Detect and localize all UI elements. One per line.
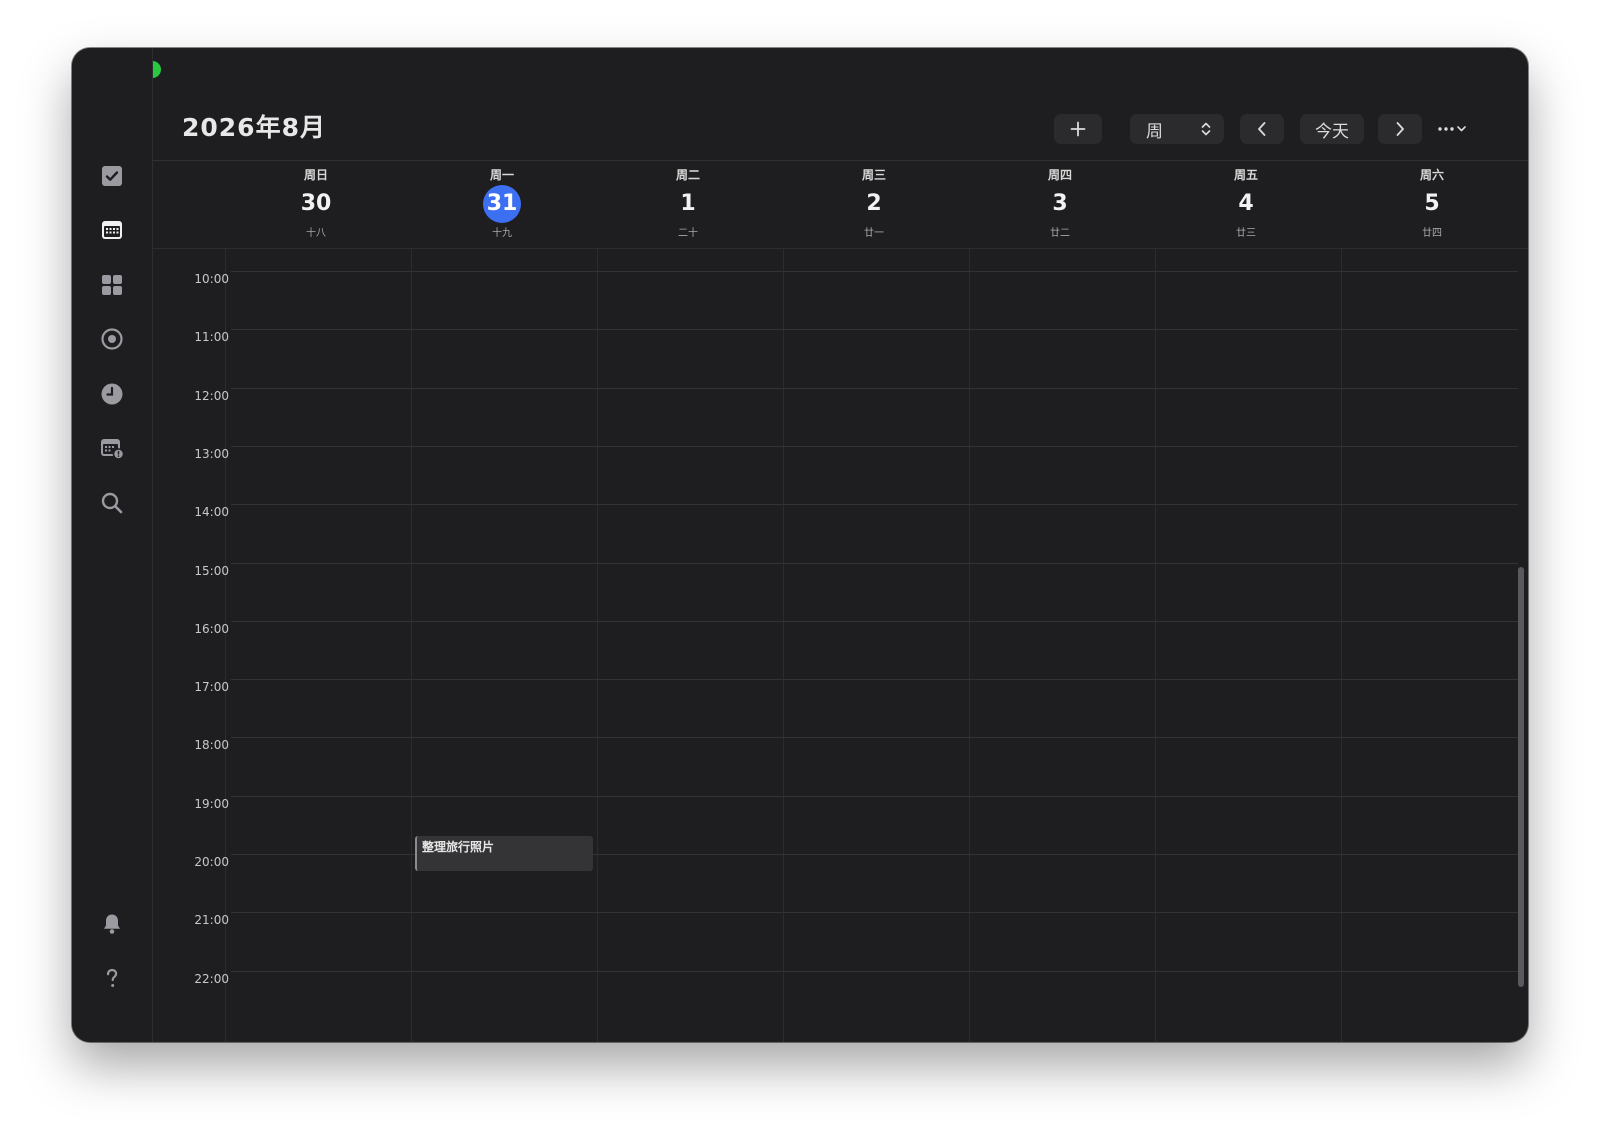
hour-label: 18:00	[194, 738, 229, 753]
week-time-grid[interactable]: 10:00 11:00 12:00 13:00 14:00 15:00 16:00 17:00…	[153, 249, 1528, 1042]
calendar-icon	[102, 221, 122, 239]
calendar-alert-icon	[101, 439, 124, 460]
next-week-button[interactable]	[1378, 114, 1422, 144]
previous-week-button[interactable]	[1240, 114, 1284, 144]
day-of-week: 周一	[489, 168, 514, 182]
hour-gridline	[231, 737, 1518, 739]
day-header[interactable]: 周一 31 十九	[409, 166, 595, 242]
day-number: 4	[1238, 191, 1254, 216]
sidebar-item-habit[interactable]	[100, 327, 124, 351]
day-header[interactable]: 周二 1 二十	[595, 166, 781, 242]
hour-label: 12:00	[194, 388, 229, 403]
vertical-scrollbar[interactable]	[1518, 567, 1524, 987]
hour-label: 11:00	[194, 330, 229, 345]
day-of-week: 周日	[303, 168, 328, 182]
more-options-button[interactable]	[1434, 114, 1474, 144]
sidebar-item-help[interactable]	[100, 966, 124, 990]
ellipsis-icon	[1438, 126, 1466, 132]
search-icon	[101, 492, 123, 514]
day-number: 3	[1052, 191, 1068, 216]
day-header[interactable]: 周五 4 廿三	[1153, 166, 1339, 242]
day-header[interactable]: 周六 5 廿四	[1339, 166, 1525, 242]
day-column-divider	[597, 249, 598, 1042]
lunar-date: 十八	[306, 228, 326, 239]
day-column-divider	[411, 249, 412, 1042]
sidebar-item-calendar[interactable]	[100, 218, 124, 242]
page-title: 2026年8月	[182, 113, 326, 142]
checkbox-icon	[102, 166, 122, 186]
add-event-button[interactable]	[1054, 114, 1102, 144]
day-header[interactable]: 周三 2 廿一	[781, 166, 967, 242]
grid-icon	[102, 275, 122, 295]
day-column-divider	[783, 249, 784, 1042]
sidebar-item-matrix[interactable]	[100, 273, 124, 297]
plus-icon	[1070, 121, 1086, 137]
day-number-today: 31	[483, 185, 521, 223]
hour-gridline	[231, 970, 1518, 972]
hour-gridline	[231, 912, 1518, 914]
day-number: 2	[866, 191, 882, 216]
day-column-divider	[969, 249, 970, 1042]
day-number: 30	[300, 191, 332, 216]
day-of-week: 周五	[1233, 168, 1258, 182]
app-window: 2026年8月 周 今天 周日 30 十八 周一 31 十九 周二 1 二十 周…	[72, 48, 1528, 1042]
lunar-date: 十九	[492, 228, 512, 239]
lunar-date: 廿四	[1422, 228, 1442, 239]
question-icon	[106, 968, 118, 987]
sidebar-item-schedule[interactable]	[100, 436, 124, 460]
hour-gridline	[231, 795, 1518, 797]
hour-gridline	[231, 679, 1518, 681]
hour-label: 16:00	[194, 621, 229, 636]
hour-gridline	[231, 504, 1518, 506]
bell-icon	[104, 914, 120, 934]
day-column-divider	[1155, 249, 1156, 1042]
hour-gridline	[231, 620, 1518, 622]
day-of-week: 周二	[675, 168, 700, 182]
day-number: 1	[680, 191, 696, 216]
hour-label: 21:00	[194, 913, 229, 928]
day-of-week: 周四	[1047, 168, 1072, 182]
hour-gridline	[231, 271, 1518, 272]
clock-icon	[101, 383, 123, 405]
lunar-date: 廿二	[1050, 228, 1070, 239]
toolbar-divider	[153, 160, 1528, 161]
hour-label: 13:00	[194, 446, 229, 461]
chevron-left-icon	[1258, 122, 1266, 136]
day-number: 5	[1424, 191, 1440, 216]
calendar-event[interactable]: 整理旅行照片	[415, 835, 593, 871]
day-of-week: 周三	[861, 168, 886, 182]
hour-gridline	[231, 329, 1518, 331]
today-button[interactable]: 今天	[1300, 114, 1364, 144]
hour-label: 10:00	[194, 272, 229, 286]
hour-label: 20:00	[194, 855, 229, 869]
day-header[interactable]: 周日 30 十八	[223, 166, 409, 242]
day-column-divider	[1341, 249, 1342, 1042]
lunar-date: 廿一	[864, 228, 884, 239]
sidebar	[72, 48, 153, 1042]
hour-label: 17:00	[194, 680, 229, 695]
day-of-week: 周六	[1419, 168, 1444, 182]
target-icon	[101, 328, 123, 350]
hour-label: 14:00	[194, 505, 229, 520]
hour-label: 19:00	[194, 796, 229, 811]
chevron-right-icon	[1396, 122, 1404, 136]
view-mode-label: 周	[1146, 121, 1163, 142]
lunar-date: 二十	[678, 228, 698, 239]
hour-label: 22:00	[194, 971, 229, 986]
hour-gridline	[231, 445, 1518, 447]
view-mode-select[interactable]: 周	[1130, 114, 1224, 144]
sidebar-item-tasks[interactable]	[100, 164, 124, 188]
hour-gridline	[231, 387, 1518, 389]
hour-label: 15:00	[194, 563, 229, 578]
hour-gridline	[231, 562, 1518, 564]
sidebar-item-focus[interactable]	[100, 382, 124, 406]
lunar-date: 廿三	[1236, 228, 1256, 239]
sidebar-item-search[interactable]	[100, 491, 124, 515]
chevron-up-down-icon	[1201, 122, 1211, 136]
sidebar-item-notifications[interactable]	[100, 912, 124, 936]
day-header[interactable]: 周四 3 廿二	[967, 166, 1153, 242]
